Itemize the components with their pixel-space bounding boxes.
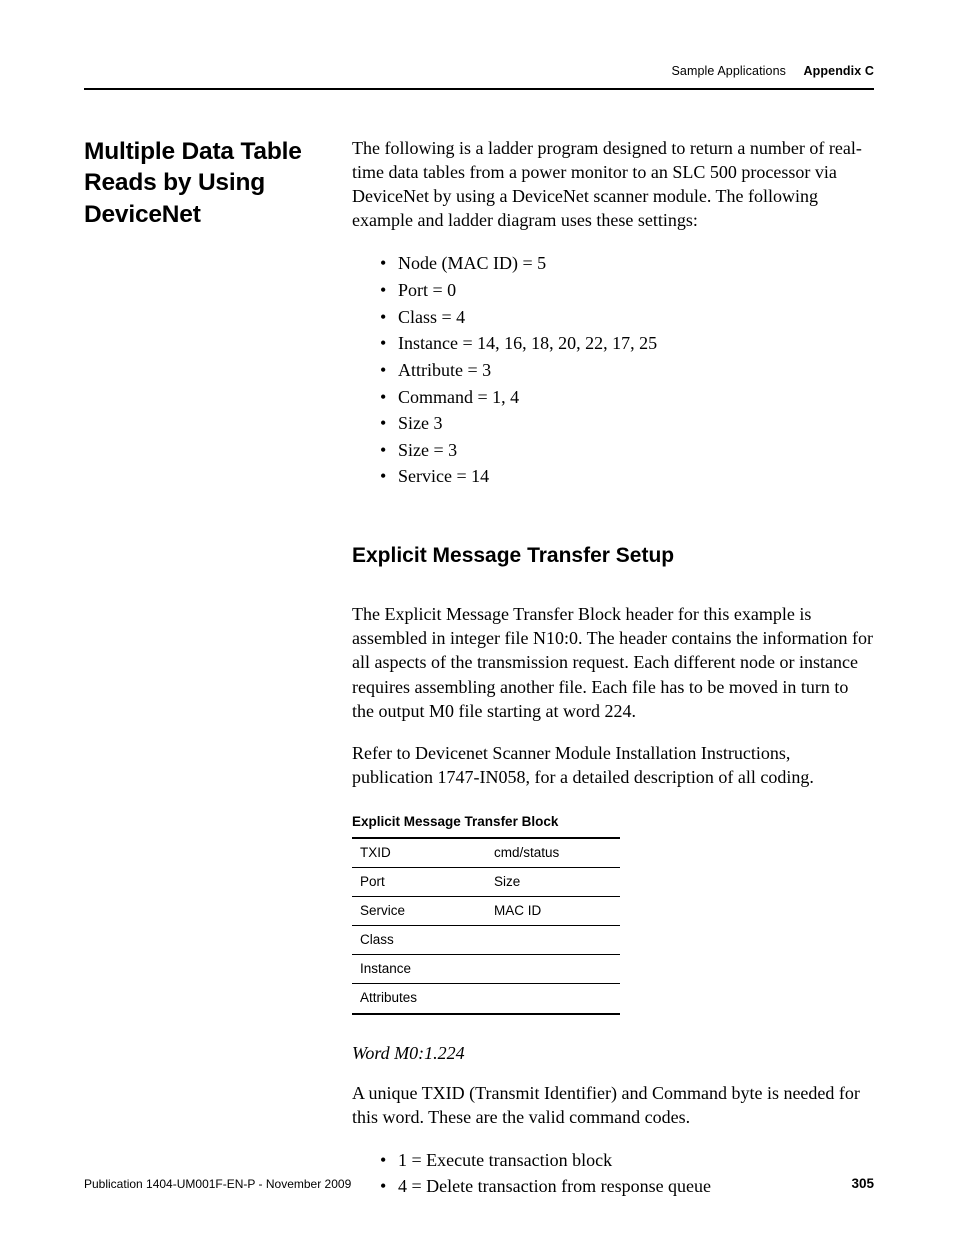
intro-paragraph: The following is a ladder program design… [352,136,874,232]
list-item: Command = 1, 4 [380,384,874,411]
list-item: Size = 3 [380,437,874,464]
subsection-heading: Explicit Message Transfer Setup [352,542,874,570]
list-item: Class = 4 [380,304,874,331]
table-row: Attributes [352,984,620,1014]
table-cell: TXID [352,838,486,868]
table-cell: cmd/status [486,838,620,868]
page-footer: Publication 1404-UM001F-EN-P - November … [84,1176,874,1191]
content-columns: Multiple Data Table Reads by Using Devic… [84,136,874,1200]
command-codes-list: 1 = Execute transaction block 4 = Delete… [352,1147,874,1200]
publication-info: Publication 1404-UM001F-EN-P - November … [84,1177,351,1191]
table-cell: Attributes [352,984,620,1014]
body-paragraph: A unique TXID (Transmit Identifier) and … [352,1081,874,1129]
table-cell: Class [352,926,620,955]
transfer-block-table: TXID cmd/status Port Size Service MAC ID… [352,837,620,1014]
page: Sample Applications Appendix C Multiple … [0,0,954,1235]
table-row: Port Size [352,868,620,897]
header-appendix: Appendix C [804,64,874,78]
right-column: The following is a ladder program design… [352,136,874,1200]
table-row: Class [352,926,620,955]
list-item: Attribute = 3 [380,357,874,384]
table-cell: Port [352,868,486,897]
body-paragraph: The Explicit Message Transfer Block head… [352,602,874,723]
table-cell: Service [352,897,486,926]
table-cell: MAC ID [486,897,620,926]
list-item: Port = 0 [380,277,874,304]
section-title: Multiple Data Table Reads by Using Devic… [84,136,328,230]
list-item: Service = 14 [380,463,874,490]
table-row: Service MAC ID [352,897,620,926]
page-number: 305 [851,1176,874,1191]
left-column: Multiple Data Table Reads by Using Devic… [84,136,352,1200]
table-cell: Size [486,868,620,897]
header-section: Sample Applications [672,64,786,78]
table-row: Instance [352,955,620,984]
list-item: Node (MAC ID) = 5 [380,250,874,277]
table-cell: Instance [352,955,620,984]
list-item: Size 3 [380,410,874,437]
list-item: 1 = Execute transaction block [380,1147,874,1174]
table-title: Explicit Message Transfer Block [352,813,874,831]
settings-list: Node (MAC ID) = 5 Port = 0 Class = 4 Ins… [352,250,874,490]
running-header: Sample Applications Appendix C [84,64,874,88]
body-paragraph: Refer to Devicenet Scanner Module Instal… [352,741,874,789]
list-item: Instance = 14, 16, 18, 20, 22, 17, 25 [380,330,874,357]
table-row: TXID cmd/status [352,838,620,868]
word-heading: Word M0:1.224 [352,1041,874,1065]
header-rule [84,88,874,90]
